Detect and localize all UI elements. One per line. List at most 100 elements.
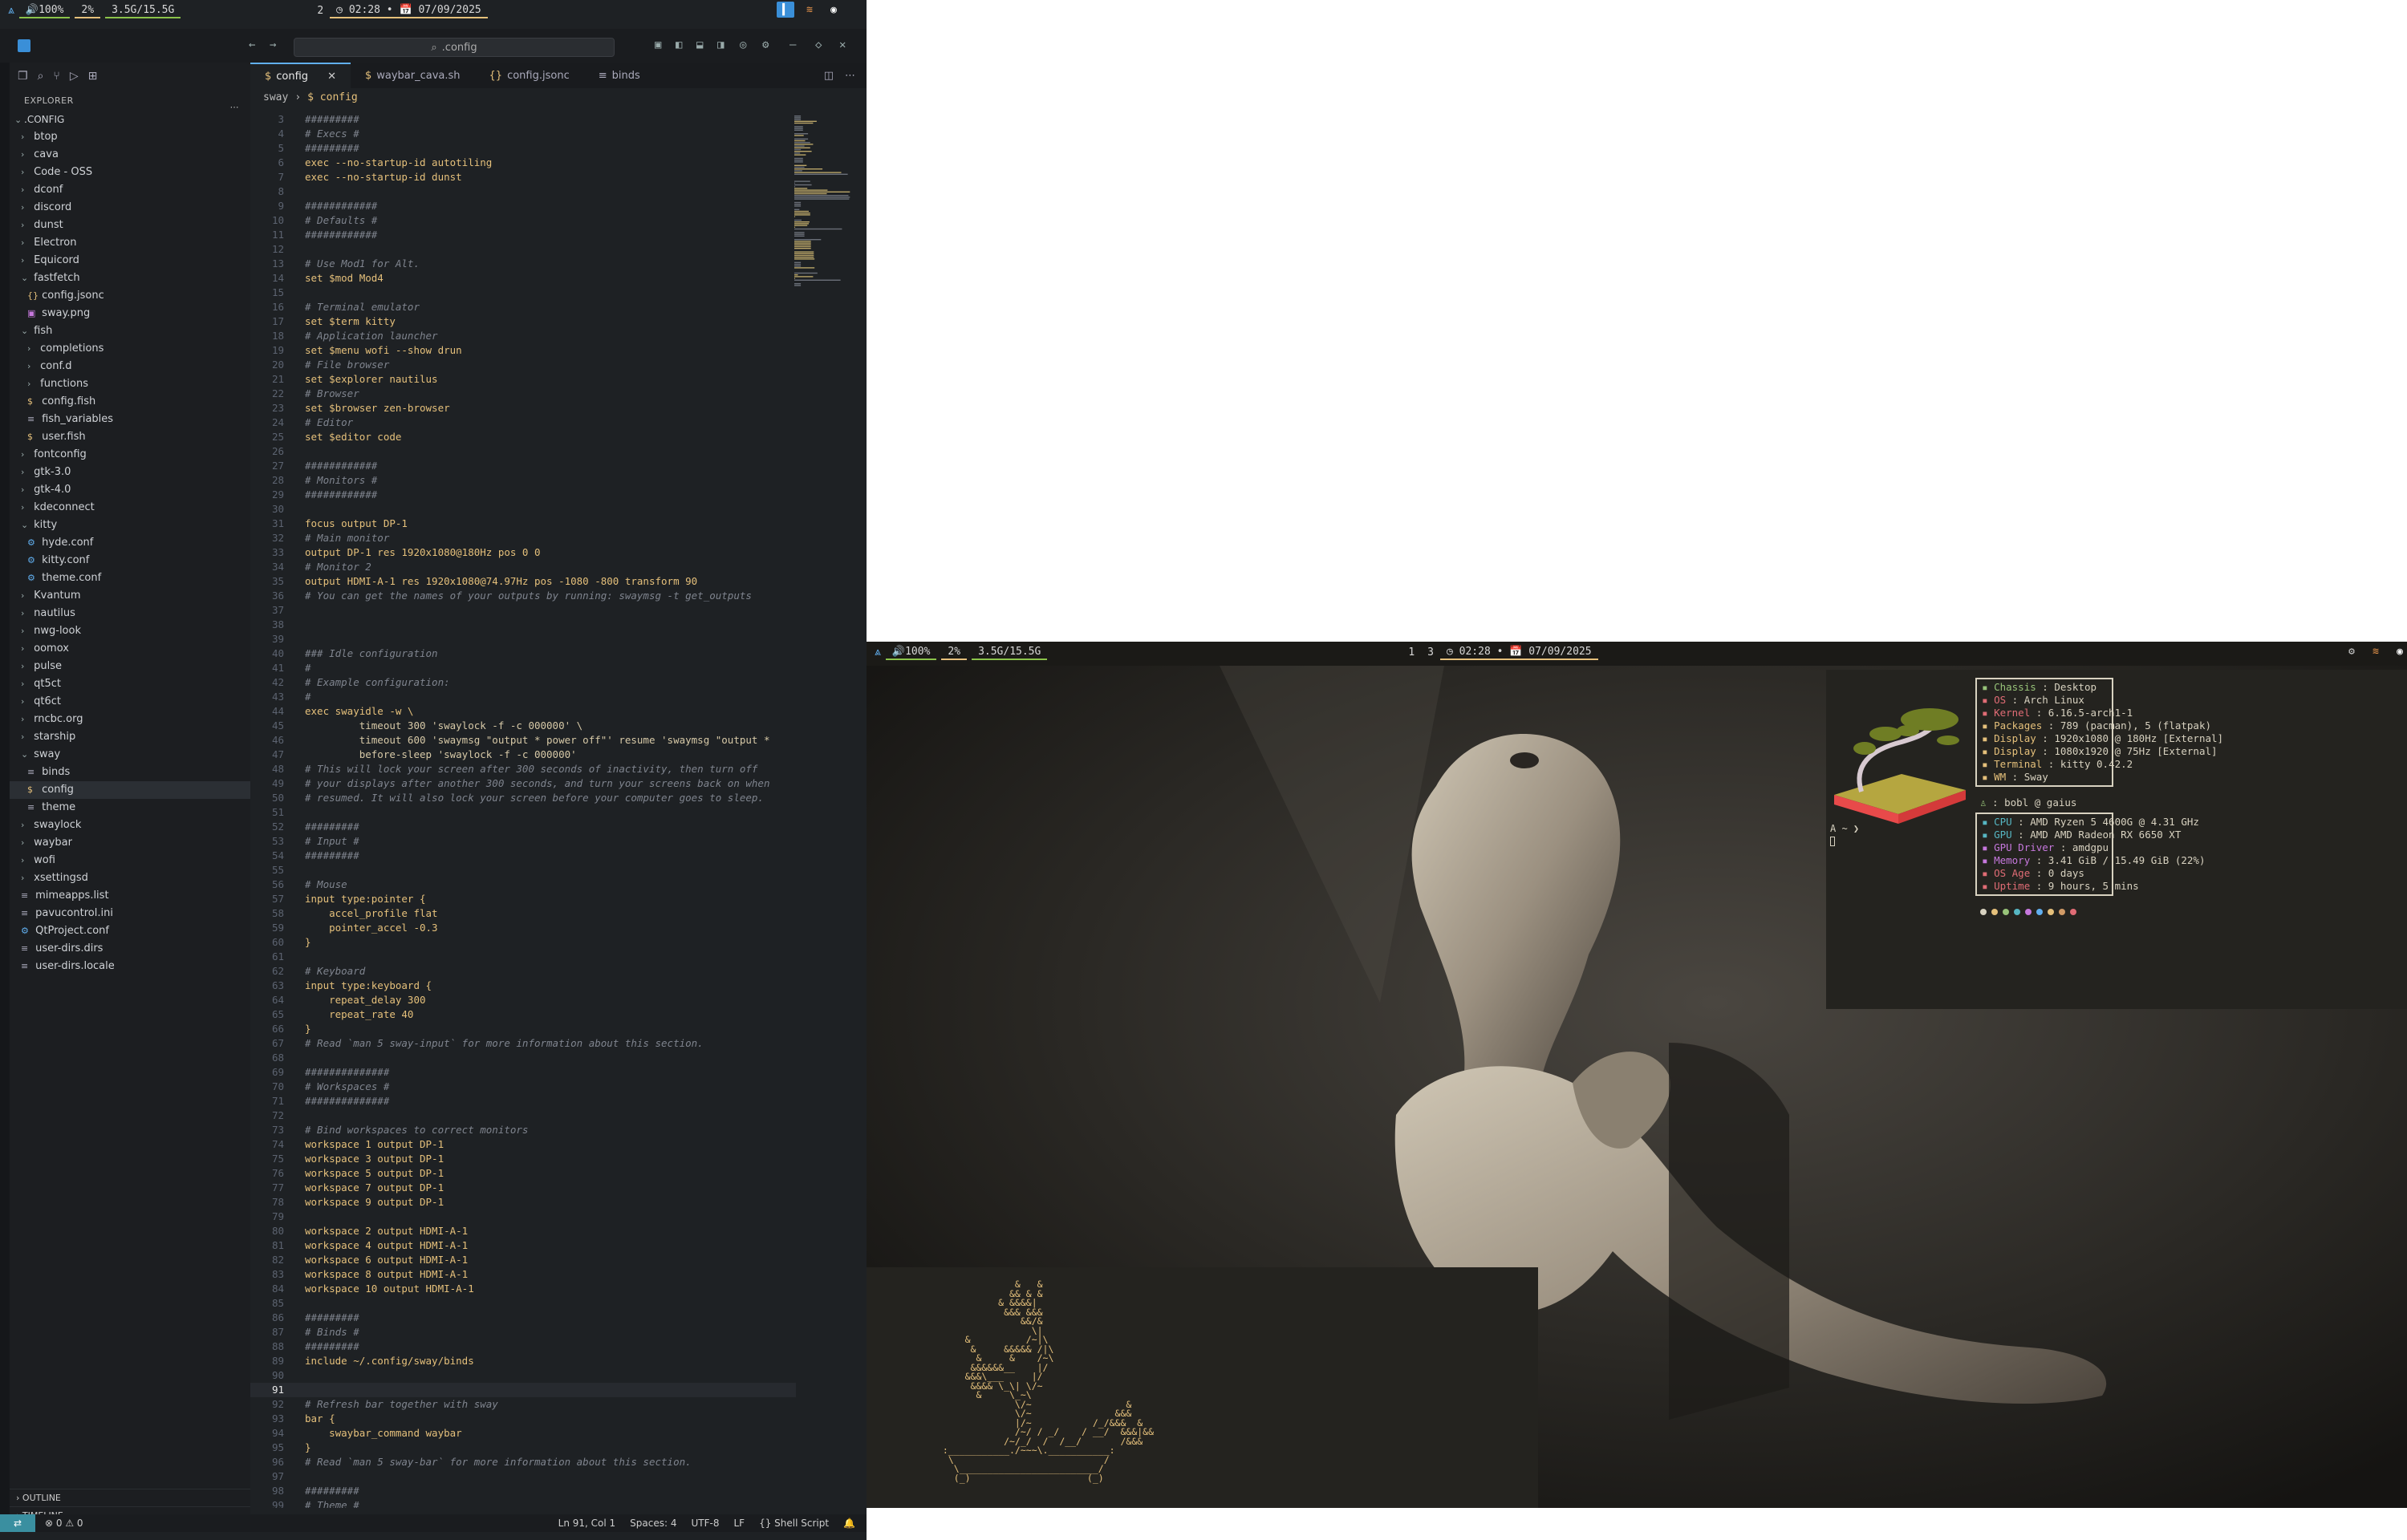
- tree-folder[interactable]: › dconf: [10, 181, 250, 199]
- code-line[interactable]: 70 # Workspaces #: [250, 1080, 796, 1094]
- code-line[interactable]: 11 ############: [250, 228, 796, 242]
- code-line[interactable]: 43 #: [250, 690, 796, 704]
- remote-indicator[interactable]: ⇄: [0, 1514, 35, 1532]
- tree-file[interactable]: ≡ binds: [10, 764, 250, 781]
- tree-folder[interactable]: › oomox: [10, 640, 250, 658]
- tree-folder[interactable]: › completions: [10, 340, 250, 358]
- code-line[interactable]: 13 # Use Mod1 for Alt.: [250, 257, 796, 271]
- tree-file[interactable]: ≡ fish_variables: [10, 411, 250, 428]
- code-line[interactable]: 86 #########: [250, 1311, 796, 1325]
- code-line[interactable]: 55: [250, 863, 796, 877]
- code-line[interactable]: 69 ##############: [250, 1065, 796, 1080]
- code-line[interactable]: 37: [250, 603, 796, 618]
- close-window-icon[interactable]: ✕: [839, 38, 846, 51]
- tree-folder[interactable]: › Code - OSS: [10, 164, 250, 181]
- clock-module[interactable]: ◷ 02:28 • 📅 07/09/2025: [1440, 644, 1598, 660]
- tree-file[interactable]: ≡ mimeapps.list: [10, 887, 250, 905]
- split-editor-icon[interactable]: ◫: [824, 70, 834, 82]
- tree-folder[interactable]: ⌄ fastfetch: [10, 270, 250, 287]
- code-line[interactable]: 95}: [250, 1441, 796, 1455]
- discord-icon[interactable]: ◉: [2391, 643, 2407, 659]
- tree-folder[interactable]: › btop: [10, 128, 250, 146]
- code-line[interactable]: 48 # This will lock your screen after 300…: [250, 762, 796, 776]
- breadcrumb-folder[interactable]: sway: [263, 91, 288, 103]
- code-line[interactable]: 97: [250, 1469, 796, 1484]
- code-line[interactable]: 98 #########: [250, 1484, 796, 1498]
- code-line[interactable]: 65 repeat_rate 40: [250, 1007, 796, 1022]
- code-line[interactable]: 87 # Binds #: [250, 1325, 796, 1339]
- code-line[interactable]: 5 #########: [250, 141, 796, 156]
- tree-folder[interactable]: › qt6ct: [10, 693, 250, 711]
- tree-file[interactable]: ≡ user-dirs.dirs: [10, 940, 250, 958]
- code-line[interactable]: 19 set $menu wofi --show drun: [250, 343, 796, 358]
- tree-folder[interactable]: › Electron: [10, 234, 250, 252]
- tree-folder[interactable]: › functions: [10, 375, 250, 393]
- code-line[interactable]: 18 # Application launcher: [250, 329, 796, 343]
- code-line[interactable]: 88 #########: [250, 1339, 796, 1354]
- code-line[interactable]: 89 include ~/.config/sway/binds: [250, 1354, 796, 1368]
- tree-folder[interactable]: › waybar: [10, 834, 250, 852]
- tree-file[interactable]: $ config: [10, 781, 250, 799]
- code-line[interactable]: 10 # Defaults #: [250, 213, 796, 228]
- tree-file[interactable]: ⚙ hyde.conf: [10, 534, 250, 552]
- code-line[interactable]: 46 timeout 600 'swaymsg "output * power …: [250, 733, 796, 748]
- command-center-search[interactable]: ⌕ .config: [294, 38, 615, 57]
- code-line[interactable]: 99 # Theme #: [250, 1498, 796, 1508]
- code-line[interactable]: 34 # Monitor 2: [250, 560, 796, 574]
- toggle-secondary-sidebar-icon[interactable]: ◨: [717, 38, 724, 51]
- code-line[interactable]: 20 # File browser: [250, 358, 796, 372]
- search-view-icon[interactable]: ⌕: [38, 70, 44, 83]
- settings-gear-icon[interactable]: ⚙: [762, 38, 769, 51]
- code-line[interactable]: 31 focus output DP-1: [250, 517, 796, 531]
- fastfetch-terminal[interactable]: A ~ ❯ ▪ Chassis : Desktop ▪ OS : Arch Lin…: [1826, 670, 2407, 1009]
- tree-file[interactable]: ≡ theme: [10, 799, 250, 817]
- code-line[interactable]: 62 # Keyboard: [250, 964, 796, 979]
- memory-module[interactable]: 3.5G/15.5G: [972, 644, 1048, 660]
- code-line[interactable]: 58 accel_profile flat: [250, 906, 796, 921]
- discord-icon[interactable]: ◉: [825, 2, 842, 18]
- code-line[interactable]: 45 timeout 300 'swaylock -f -c 000000' \: [250, 719, 796, 733]
- tree-folder[interactable]: › nwg-look: [10, 622, 250, 640]
- indentation[interactable]: Spaces: 4: [630, 1518, 676, 1529]
- code-line[interactable]: 35 output HDMI-A-1 res 1920x1080@74.97Hz …: [250, 574, 796, 589]
- code-line[interactable]: 66}: [250, 1022, 796, 1036]
- code-line[interactable]: 84 workspace 10 output HDMI-A-1: [250, 1282, 796, 1296]
- code-line[interactable]: 59 pointer_accel -0.3: [250, 921, 796, 935]
- tree-file[interactable]: ≡ pavucontrol.ini: [10, 905, 250, 922]
- cpu-module[interactable]: 2%: [941, 644, 968, 660]
- code-line[interactable]: 64 repeat_delay 300: [250, 993, 796, 1007]
- tree-file[interactable]: ⚙ theme.conf: [10, 569, 250, 587]
- code-line[interactable]: 54 #########: [250, 849, 796, 863]
- code-line[interactable]: 4 # Execs #: [250, 127, 796, 141]
- problems-indicator[interactable]: ⊗ 0 ⚠ 0: [45, 1518, 83, 1529]
- tree-root[interactable]: ⌄ .CONFIG: [10, 111, 250, 128]
- tree-file[interactable]: ⚙ QtProject.conf: [10, 922, 250, 940]
- tree-folder[interactable]: › kdeconnect: [10, 499, 250, 517]
- code-line[interactable]: 7 exec --no-startup-id dunst: [250, 170, 796, 184]
- tree-folder[interactable]: › cava: [10, 146, 250, 164]
- code-line[interactable]: 68: [250, 1051, 796, 1065]
- tree-folder[interactable]: › dunst: [10, 217, 250, 234]
- code-line[interactable]: 67 # Read `man 5 sway-input` for more inf…: [250, 1036, 796, 1051]
- code-line[interactable]: 63 input type:keyboard {: [250, 979, 796, 993]
- workspace-1[interactable]: 1: [1408, 646, 1415, 659]
- tree-folder[interactable]: › pulse: [10, 658, 250, 675]
- code-line[interactable]: 57 input type:pointer {: [250, 892, 796, 906]
- cbonsai-terminal[interactable]: & & && & & & &&&&| &&& &&& &&/& \| & /~|…: [867, 1267, 1538, 1508]
- layout-icon[interactable]: ▣: [655, 38, 661, 51]
- steam-icon[interactable]: ⚙: [2343, 643, 2360, 659]
- code-line[interactable]: 49 # your displays after another 300 seco…: [250, 776, 796, 791]
- code-line[interactable]: 41 #: [250, 661, 796, 675]
- code-line[interactable]: 28 # Monitors #: [250, 473, 796, 488]
- language-mode[interactable]: {} Shell Script: [759, 1518, 829, 1529]
- minimize-icon[interactable]: –: [789, 38, 796, 51]
- shell-prompt[interactable]: A ~ ❯: [1830, 823, 1859, 834]
- toggle-sidebar-icon[interactable]: ◧: [676, 38, 682, 51]
- tree-folder[interactable]: › Equicord: [10, 252, 250, 270]
- code-line[interactable]: 79: [250, 1210, 796, 1224]
- code-line[interactable]: 50 # resumed. It will also lock your scre…: [250, 791, 796, 805]
- code-line[interactable]: 17 set $term kitty: [250, 314, 796, 329]
- code-line[interactable]: 9 ############: [250, 199, 796, 213]
- code-line[interactable]: 82 workspace 6 output HDMI-A-1: [250, 1253, 796, 1267]
- code-line[interactable]: 61: [250, 950, 796, 964]
